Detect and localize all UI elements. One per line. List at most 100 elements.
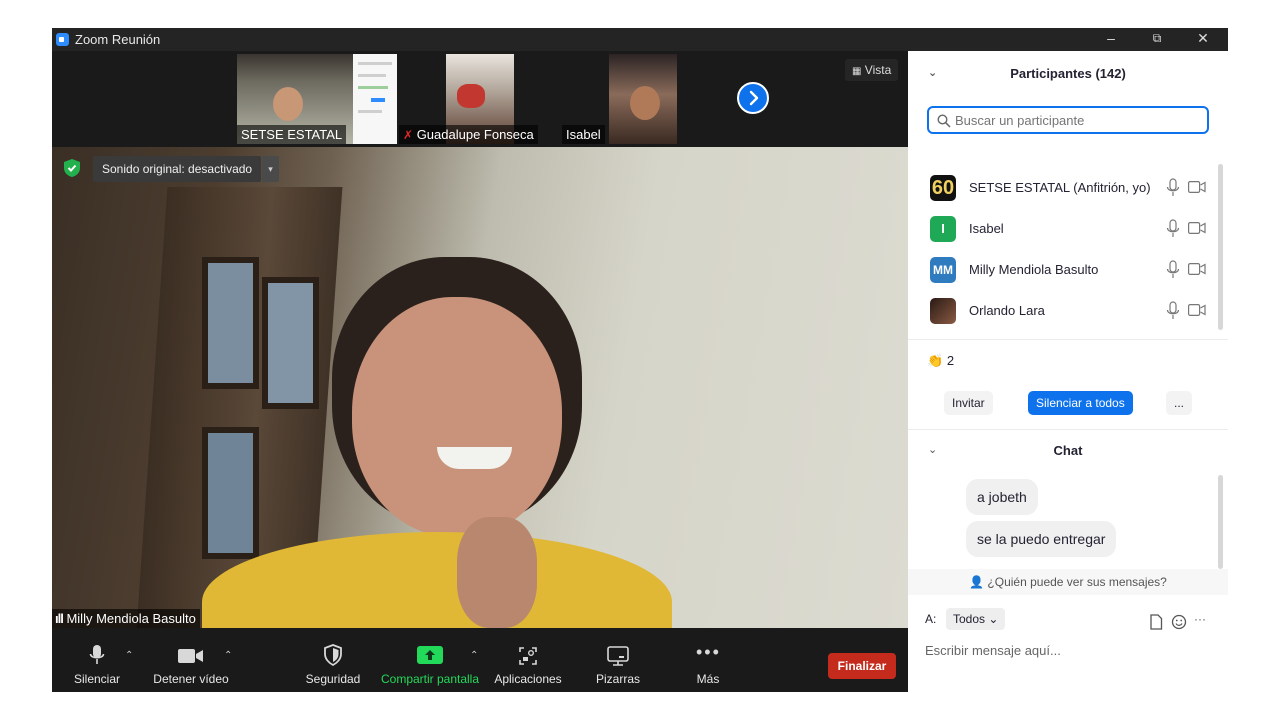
active-speaker-video: Sonido original: desactivado ▾ ıll Milly… xyxy=(52,147,908,628)
thumbnail-name: SETSE ESTATAL xyxy=(237,125,347,144)
participant-row[interactable]: MM Milly Mendiola Basulto xyxy=(908,249,1220,290)
participant-row[interactable]: I Isabel xyxy=(908,208,1220,249)
minimize-button[interactable]: – xyxy=(1088,28,1134,51)
reaction-summary: 👏 2 xyxy=(927,353,954,369)
thumbnail-name: Isabel xyxy=(562,125,605,144)
side-panel: ⌄ Participantes (142) 60 SETSE ESTATAL (… xyxy=(908,51,1228,692)
view-button[interactable]: ▦ Vista xyxy=(845,59,899,81)
thumbnail-guadalupe-fonseca[interactable]: ✗ Guadalupe Fonseca xyxy=(399,54,544,144)
participant-name: Orlando Lara xyxy=(969,303,1045,318)
close-button[interactable]: ✕ xyxy=(1180,28,1226,51)
file-icon[interactable] xyxy=(1149,614,1163,630)
participant-avatar-photo xyxy=(930,298,956,324)
thumbnail-setse-estatal[interactable]: SETSE ESTATAL xyxy=(237,54,397,144)
emoji-icon[interactable] xyxy=(1171,614,1187,630)
participant-avatar: I xyxy=(930,216,956,242)
search-icon xyxy=(937,114,951,128)
window-title: Zoom Reunión xyxy=(75,32,161,47)
chevron-down-icon: ⌄ xyxy=(988,612,999,626)
person-lock-icon: 👤 xyxy=(969,575,985,589)
participants-header: ⌄ Participantes (142) xyxy=(908,51,1228,96)
chat-message: se la puedo entregar xyxy=(966,521,1117,557)
speaker-name-label: ıll Milly Mendiola Basulto xyxy=(52,609,200,628)
video-stage: SETSE ESTATAL ✗ Guadalupe Fonseca Isabel xyxy=(52,51,908,628)
microphone-icon[interactable] xyxy=(1166,260,1180,280)
recipient-prefix: A: xyxy=(925,612,937,626)
original-sound-badge[interactable]: Sonido original: desactivado xyxy=(93,156,262,182)
participant-row[interactable]: Orlando Lara xyxy=(908,290,1220,331)
view-label: Vista xyxy=(864,63,892,77)
message-visibility-notice[interactable]: 👤 ¿Quién puede ver sus mensajes? xyxy=(908,569,1228,595)
microphone-icon xyxy=(89,645,105,664)
title-bar: Zoom Reunión – ⧉ ✕ xyxy=(52,28,1228,51)
video-options-caret[interactable]: ⌃ xyxy=(224,650,232,661)
microphone-icon[interactable] xyxy=(1166,178,1180,198)
next-page-button[interactable] xyxy=(737,82,769,114)
participants-more-button[interactable]: ... xyxy=(1166,391,1193,415)
microphone-icon[interactable] xyxy=(1166,219,1180,239)
chat-message: a jobeth xyxy=(966,479,1038,515)
audio-options-caret[interactable]: ⌃ xyxy=(125,650,133,661)
grid-icon: ▦ xyxy=(852,66,862,77)
video-camera-icon xyxy=(178,649,203,663)
recipient-select[interactable]: Todos ⌄ xyxy=(946,608,1006,630)
person-face xyxy=(273,87,303,121)
person-hat xyxy=(457,84,485,108)
divider xyxy=(908,339,1228,340)
chat-title: Chat xyxy=(1053,443,1083,458)
background-glass-panel xyxy=(262,277,319,409)
share-screen-icon xyxy=(417,646,443,664)
whiteboards-label: Pizarras xyxy=(595,672,641,686)
message-visibility-text: ¿Quién puede ver sus mensajes? xyxy=(987,575,1167,589)
more-label: Más xyxy=(696,672,720,686)
background-glass-panel xyxy=(202,427,259,559)
participant-row[interactable]: 60 SETSE ESTATAL (Anfitrión, yo) xyxy=(908,167,1220,208)
divider xyxy=(908,429,1228,430)
muted-mic-icon: ✗ xyxy=(403,128,414,142)
zoom-window: Zoom Reunión – ⧉ ✕ SETSE ESTATAL ✗ Guada… xyxy=(52,28,1228,692)
meeting-toolbar: Silenciar ⌃ Detener vídeo ⌃ Seguridad Co… xyxy=(52,628,908,692)
clap-emoji-icon: 👏 xyxy=(927,353,944,368)
participant-search[interactable] xyxy=(927,106,1209,134)
thumbnail-strip: SETSE ESTATAL ✗ Guadalupe Fonseca Isabel xyxy=(52,51,908,147)
video-camera-icon[interactable] xyxy=(1188,180,1206,194)
chevron-right-icon xyxy=(749,90,759,106)
video-camera-icon[interactable] xyxy=(1188,303,1206,317)
microphone-icon[interactable] xyxy=(1166,301,1180,321)
restore-button[interactable]: ⧉ xyxy=(1134,28,1180,51)
security-label: Seguridad xyxy=(305,672,361,686)
reaction-count: 2 xyxy=(946,353,955,368)
end-meeting-button[interactable]: Finalizar xyxy=(828,653,896,679)
original-sound-dropdown[interactable]: ▾ xyxy=(262,156,279,182)
thumbnail-isabel[interactable]: Isabel xyxy=(562,54,677,144)
whiteboard-icon xyxy=(607,646,629,666)
mute-all-button[interactable]: Silenciar a todos xyxy=(1028,391,1133,415)
chat-more-icon[interactable]: ··· xyxy=(1194,612,1206,626)
speaker-name: Milly Mendiola Basulto xyxy=(66,611,196,626)
apps-label: Aplicaciones xyxy=(494,672,562,686)
person-face xyxy=(630,86,660,120)
zoom-app-icon xyxy=(56,33,69,46)
invite-button[interactable]: Invitar xyxy=(944,391,993,415)
background-glass-panel xyxy=(202,257,259,389)
apps-icon xyxy=(519,647,537,665)
person-hands xyxy=(457,517,537,628)
participant-avatar: MM xyxy=(930,257,956,283)
participant-search-input[interactable] xyxy=(955,111,1195,129)
participant-avatar: 60 xyxy=(930,175,956,201)
more-dots-icon: ••• xyxy=(696,642,721,662)
thumbnail-label: ✗ Guadalupe Fonseca xyxy=(399,125,538,144)
share-screen-label: Compartir pantalla xyxy=(380,672,480,686)
chat-message-input[interactable]: Escribir mensaje aquí... xyxy=(925,642,1215,662)
participant-name: Milly Mendiola Basulto xyxy=(969,262,1099,277)
person-smile xyxy=(437,447,512,469)
video-camera-icon[interactable] xyxy=(1188,262,1206,276)
share-options-caret[interactable]: ⌃ xyxy=(470,650,478,661)
shared-screen-preview xyxy=(353,54,397,144)
chat-scrollbar[interactable] xyxy=(1218,475,1223,569)
participant-list-scrollbar[interactable] xyxy=(1218,164,1223,330)
video-camera-icon[interactable] xyxy=(1188,221,1206,235)
chat-input-placeholder: Escribir mensaje aquí... xyxy=(925,643,1061,658)
participants-title: Participantes (142) xyxy=(1010,66,1126,81)
mute-label: Silenciar xyxy=(73,672,121,686)
